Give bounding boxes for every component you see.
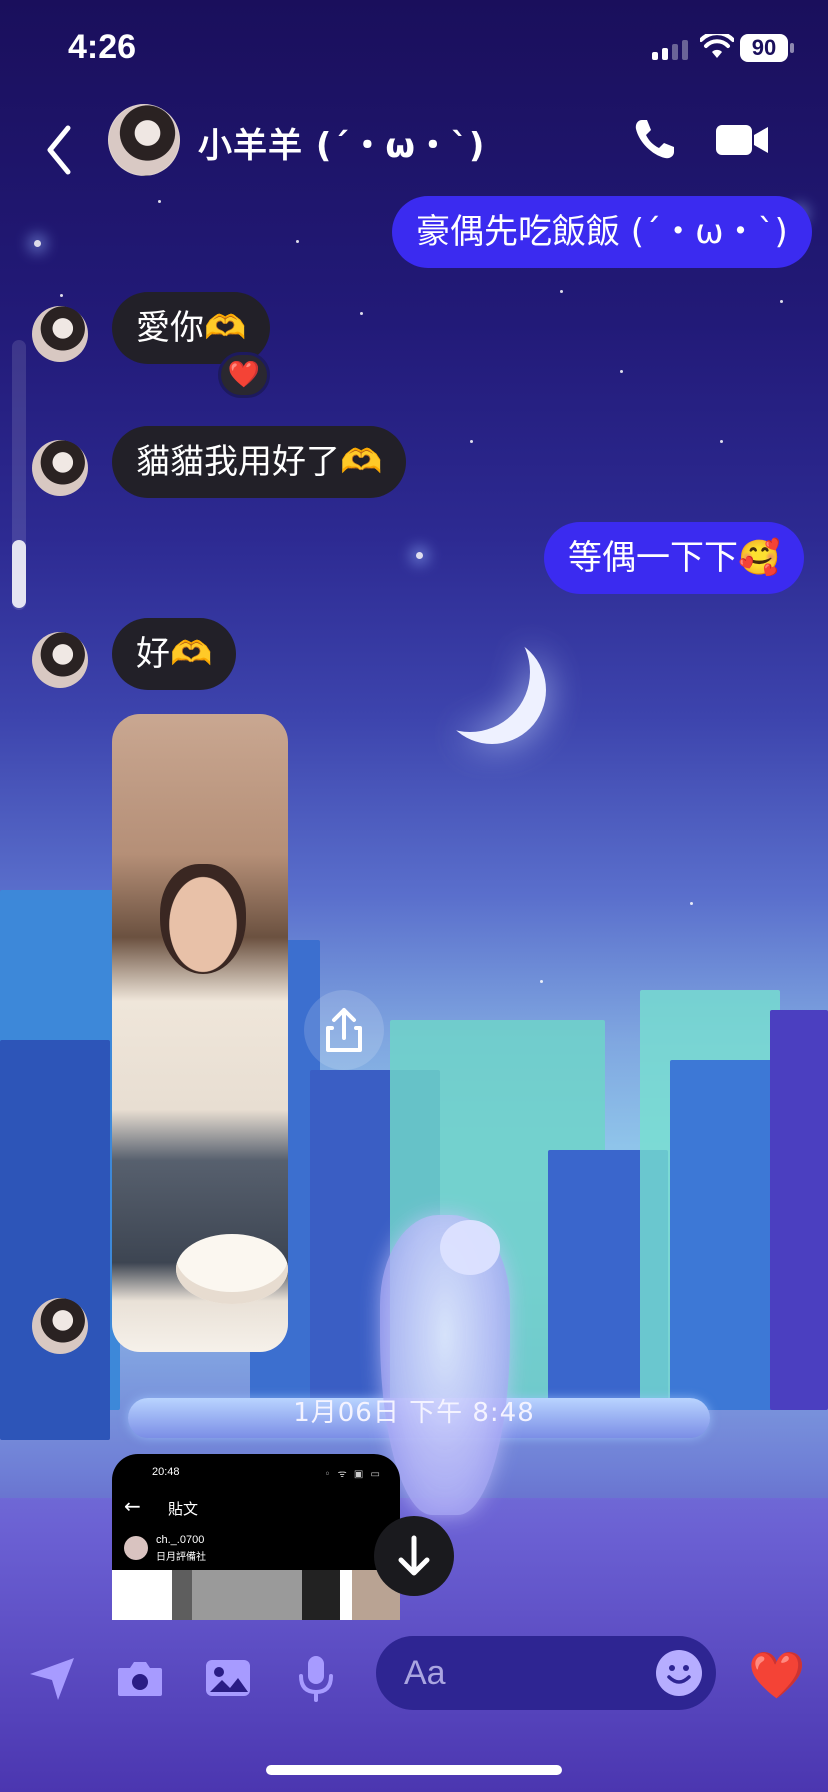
shared-post-preview[interactable]: 20:48 ◦ ᯤ ▣ ▭ ← 貼文 ch._.0700 日月評備社 bbox=[112, 1454, 400, 1620]
preview-status-time: 20:48 bbox=[152, 1466, 180, 1478]
share-icon[interactable] bbox=[304, 990, 384, 1070]
message-outgoing[interactable]: 等偶一下下🥰 bbox=[544, 522, 805, 594]
contact-name[interactable]: 小羊羊 (´・ω・`) bbox=[198, 118, 485, 167]
arrow-left-icon: ← bbox=[124, 1494, 141, 1518]
heart-reaction-badge[interactable]: ❤️ bbox=[218, 352, 270, 398]
message-input[interactable] bbox=[404, 1636, 644, 1710]
camera-icon[interactable] bbox=[114, 1652, 166, 1704]
cake-in-photo bbox=[176, 1234, 288, 1304]
video-camera-icon[interactable] bbox=[714, 122, 770, 158]
message-incoming[interactable]: 好🫶 bbox=[112, 618, 237, 690]
location-arrow-icon[interactable] bbox=[26, 1652, 78, 1704]
chat-header: 小羊羊 (´・ω・`) bbox=[0, 100, 828, 200]
microphone-icon[interactable] bbox=[290, 1652, 342, 1704]
preview-avatar bbox=[124, 1536, 148, 1560]
preview-image-strip bbox=[112, 1570, 400, 1620]
message-outgoing[interactable]: 豪偶先吃飯飯 (´・ω・`) bbox=[392, 196, 812, 268]
preview-username: ch._.0700 bbox=[156, 1534, 205, 1546]
message-incoming[interactable]: 貓貓我用好了🫶 bbox=[112, 426, 407, 498]
sender-avatar[interactable] bbox=[32, 1298, 88, 1354]
wifi-icon bbox=[700, 34, 734, 58]
status-bar: 4:26 90 bbox=[0, 0, 828, 100]
cellular-signal-icon bbox=[652, 40, 688, 60]
moon-decoration bbox=[410, 612, 530, 732]
preview-subtitle: 日月評備社 bbox=[156, 1552, 206, 1563]
message-input-field[interactable] bbox=[376, 1636, 716, 1710]
photo-icon[interactable] bbox=[202, 1652, 254, 1704]
sender-avatar[interactable] bbox=[32, 440, 88, 496]
home-indicator[interactable] bbox=[266, 1765, 562, 1775]
status-time: 4:26 bbox=[68, 28, 137, 66]
heart-icon[interactable]: ❤️ bbox=[748, 1650, 805, 1700]
phone-icon[interactable] bbox=[632, 116, 678, 162]
chevron-left-icon[interactable] bbox=[40, 120, 80, 180]
scroll-to-bottom-button[interactable] bbox=[374, 1516, 454, 1596]
battery-icon: 90 bbox=[740, 34, 794, 62]
photo-message[interactable] bbox=[112, 714, 288, 1352]
sender-avatar[interactable] bbox=[32, 306, 88, 362]
message-timestamp: 1月06日 下午 8:48 bbox=[293, 1398, 535, 1428]
preview-status-icons: ◦ ᯤ ▣ ▭ bbox=[324, 1469, 382, 1480]
sender-avatar[interactable] bbox=[32, 632, 88, 688]
emoji-icon[interactable] bbox=[656, 1650, 702, 1696]
contact-avatar[interactable] bbox=[108, 104, 180, 176]
preview-title: 貼文 bbox=[168, 1500, 199, 1518]
scrollbar-thumb[interactable] bbox=[12, 540, 26, 608]
message-composer: ❤️ bbox=[0, 1630, 828, 1730]
